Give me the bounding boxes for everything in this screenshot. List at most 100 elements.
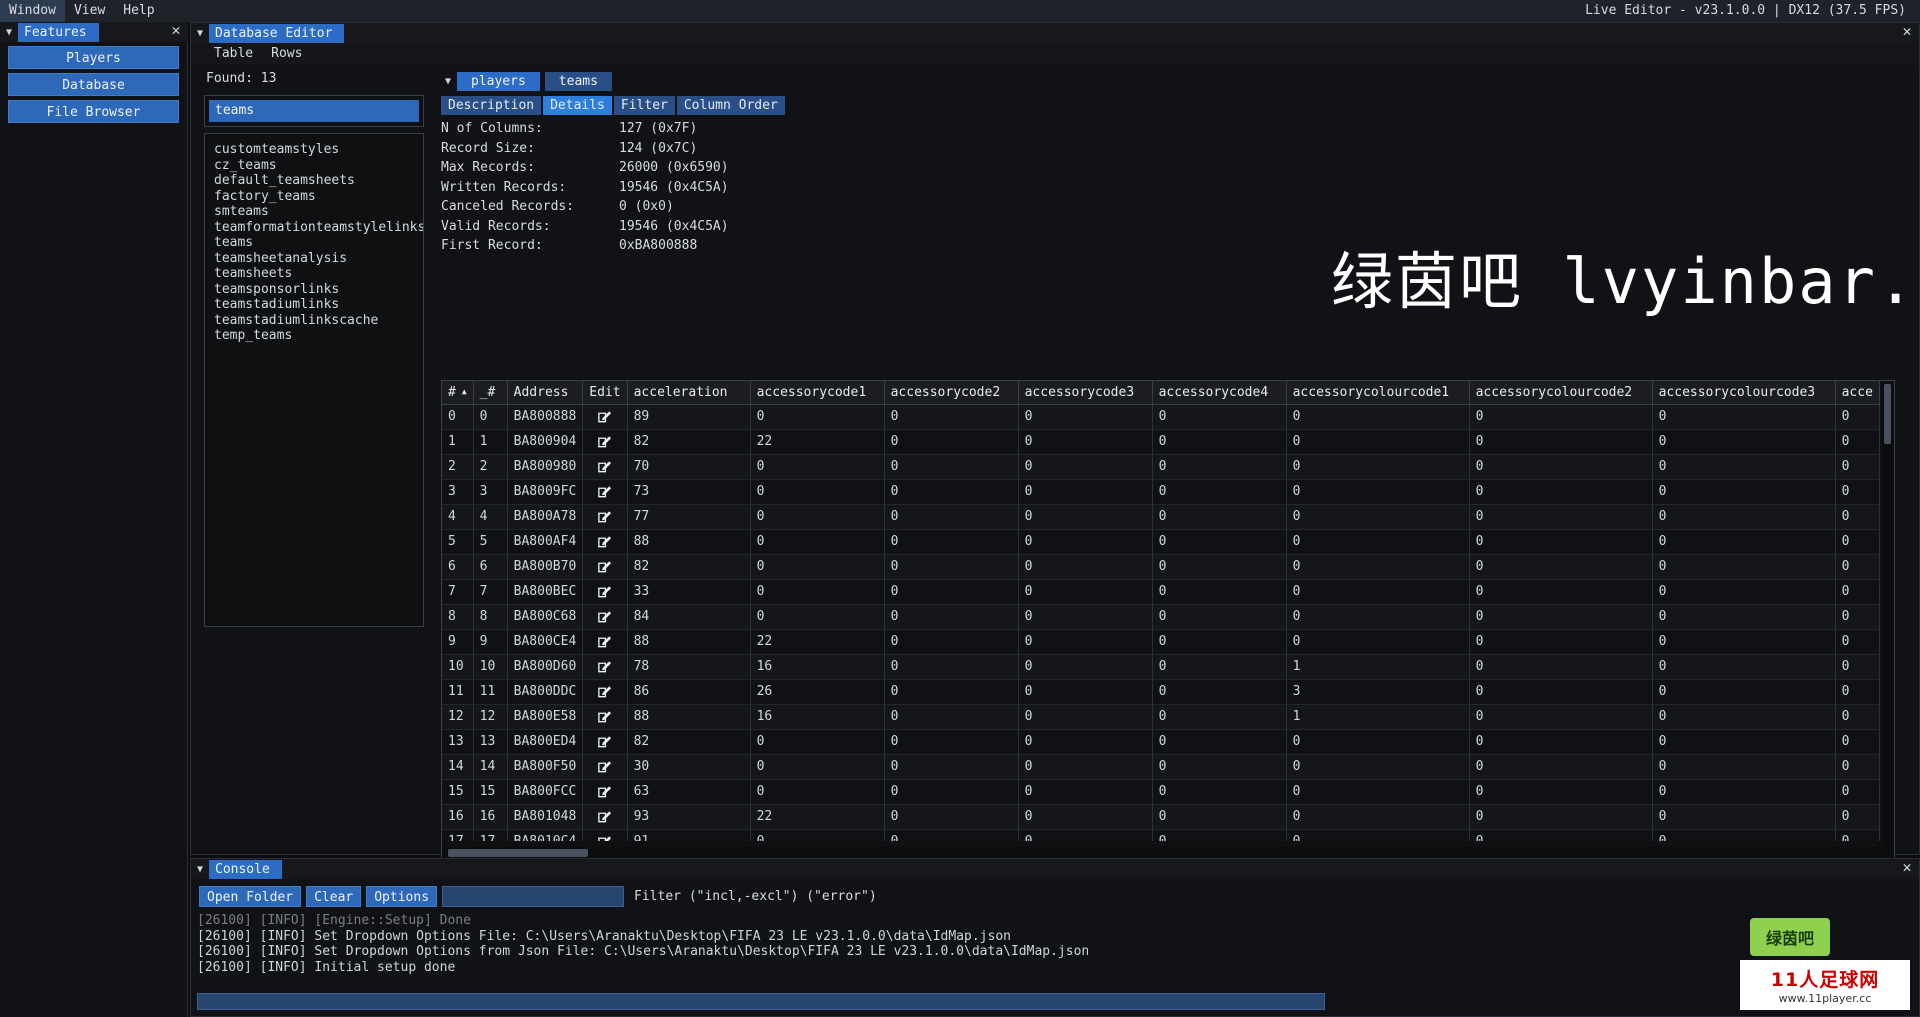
cell-idx2[interactable]: 13 <box>473 729 508 755</box>
cell-idx[interactable]: 13 <box>442 729 474 755</box>
cell-acc4[interactable]: 0 <box>1835 479 1880 505</box>
cell-acc1[interactable]: 0 <box>1286 529 1470 555</box>
cell-acc3[interactable]: 0 <box>1652 404 1836 430</box>
cell-acc4[interactable]: 0 <box>1835 579 1880 605</box>
cell-acc4[interactable]: 0 <box>1835 504 1880 530</box>
cell-acc3[interactable]: 0 <box>1652 479 1836 505</box>
cell-idx2[interactable]: 1 <box>473 429 508 455</box>
edit-pencil-icon[interactable] <box>582 554 628 580</box>
table-row[interactable]: 11 11 BA800DDC 86 26 0 0 0 3 0 0 0 <box>442 679 1880 705</box>
column-header-accessorycolourcode3[interactable]: accessorycolourcode3 <box>1652 381 1836 405</box>
cell-ac2[interactable]: 0 <box>884 804 1019 830</box>
cell-acc2[interactable]: 0 <box>1469 679 1653 705</box>
cell-ac1[interactable]: 0 <box>750 554 885 580</box>
cell-idx2[interactable]: 2 <box>473 454 508 480</box>
cell-acceleration[interactable]: 88 <box>627 704 751 730</box>
table-list[interactable]: customteamstyles cz_teams default_teamshee… <box>204 133 424 627</box>
cell-acc3[interactable]: 0 <box>1652 554 1836 580</box>
table-row[interactable]: 3 3 BA8009FC 73 0 0 0 0 0 0 0 0 <box>442 479 1880 505</box>
cell-ac2[interactable]: 0 <box>884 604 1019 630</box>
cell-acc1[interactable]: 0 <box>1286 404 1470 430</box>
cell-address[interactable]: BA8009FC <box>507 479 584 505</box>
column-header-acce[interactable]: acce <box>1835 381 1880 405</box>
cell-ac1[interactable]: 0 <box>750 754 885 780</box>
cell-idx[interactable]: 16 <box>442 804 474 830</box>
table-row[interactable]: 13 13 BA800ED4 82 0 0 0 0 0 0 0 0 <box>442 729 1880 755</box>
column-header-accessorycode1[interactable]: accessorycode1 <box>750 381 885 405</box>
cell-acc3[interactable]: 0 <box>1652 629 1836 655</box>
table-row[interactable]: 15 15 BA800FCC 63 0 0 0 0 0 0 0 0 <box>442 779 1880 805</box>
edit-pencil-icon[interactable] <box>582 429 628 455</box>
edit-pencil-icon[interactable] <box>582 779 628 805</box>
cell-acc2[interactable]: 0 <box>1469 529 1653 555</box>
edit-pencil-icon[interactable] <box>582 754 628 780</box>
collapse-caret-icon[interactable]: ▼ <box>191 23 209 43</box>
grid-horizontal-scroll-thumb[interactable] <box>448 849 588 857</box>
cell-address[interactable]: BA800B70 <box>507 554 584 580</box>
cell-acc2[interactable]: 0 <box>1469 704 1653 730</box>
cell-idx[interactable]: 7 <box>442 579 474 605</box>
column-header-Edit[interactable]: Edit <box>582 381 628 405</box>
cell-idx2[interactable]: 4 <box>473 504 508 530</box>
cell-ac3[interactable]: 0 <box>1018 429 1153 455</box>
cell-ac1[interactable]: 22 <box>750 629 885 655</box>
cell-acc3[interactable]: 0 <box>1652 529 1836 555</box>
cell-ac1[interactable]: 22 <box>750 429 885 455</box>
cell-acc3[interactable]: 0 <box>1652 704 1836 730</box>
cell-ac2[interactable]: 0 <box>884 654 1019 680</box>
cell-acceleration[interactable]: 63 <box>627 779 751 805</box>
cell-ac4[interactable]: 0 <box>1152 429 1287 455</box>
collapse-caret-icon[interactable]: ▼ <box>191 859 209 879</box>
cell-acceleration[interactable]: 78 <box>627 654 751 680</box>
table-list-item[interactable]: teamstadiumlinkscache <box>205 313 423 329</box>
cell-ac3[interactable]: 0 <box>1018 504 1153 530</box>
open-folder-button[interactable]: Open Folder <box>199 885 302 907</box>
cell-ac2[interactable]: 0 <box>884 454 1019 480</box>
cell-ac3[interactable]: 0 <box>1018 729 1153 755</box>
menu-item-table[interactable]: Table <box>205 43 262 65</box>
cell-acceleration[interactable]: 86 <box>627 679 751 705</box>
cell-acc4[interactable]: 0 <box>1835 529 1880 555</box>
column-header-accessorycolourcode2[interactable]: accessorycolourcode2 <box>1469 381 1653 405</box>
cell-acc4[interactable]: 0 <box>1835 604 1880 630</box>
cell-acceleration[interactable]: 88 <box>627 529 751 555</box>
cell-acceleration[interactable]: 73 <box>627 479 751 505</box>
cell-ac2[interactable]: 0 <box>884 529 1019 555</box>
cell-acc3[interactable]: 0 <box>1652 779 1836 805</box>
cell-ac1[interactable]: 0 <box>750 829 885 841</box>
cell-acc1[interactable]: 0 <box>1286 479 1470 505</box>
cell-address[interactable]: BA800F50 <box>507 754 584 780</box>
cell-acc1[interactable]: 0 <box>1286 754 1470 780</box>
cell-idx2[interactable]: 5 <box>473 529 508 555</box>
cell-address[interactable]: BA800AF4 <box>507 529 584 555</box>
edit-pencil-icon[interactable] <box>582 654 628 680</box>
cell-ac2[interactable]: 0 <box>884 679 1019 705</box>
cell-address[interactable]: BA800904 <box>507 429 584 455</box>
cell-address[interactable]: BA801048 <box>507 804 584 830</box>
table-row[interactable]: 14 14 BA800F50 30 0 0 0 0 0 0 0 0 <box>442 754 1880 780</box>
column-header-accessorycode4[interactable]: accessorycode4 <box>1152 381 1287 405</box>
cell-acc1[interactable]: 0 <box>1286 729 1470 755</box>
table-row[interactable]: 1717BA8010C49100000000 <box>442 829 1880 841</box>
cell-ac4[interactable]: 0 <box>1152 654 1287 680</box>
cell-acc3[interactable]: 0 <box>1652 504 1836 530</box>
table-list-item[interactable]: default_teamsheets <box>205 173 423 189</box>
cell-acc2[interactable]: 0 <box>1469 504 1653 530</box>
cell-ac1[interactable]: 0 <box>750 779 885 805</box>
cell-ac2[interactable]: 0 <box>884 629 1019 655</box>
cell-address[interactable]: BA800D60 <box>507 654 584 680</box>
cell-acc4[interactable]: 0 <box>1835 829 1880 841</box>
cell-idx2[interactable]: 3 <box>473 479 508 505</box>
collapse-caret-icon[interactable]: ▼ <box>0 22 18 42</box>
record-tab-players[interactable]: players <box>457 71 540 91</box>
cell-acc2[interactable]: 0 <box>1469 454 1653 480</box>
cell-acc3[interactable]: 0 <box>1652 729 1836 755</box>
cell-acc3[interactable]: 0 <box>1652 654 1836 680</box>
table-row[interactable]: 8 8 BA800C68 84 0 0 0 0 0 0 0 0 <box>442 604 1880 630</box>
cell-idx[interactable]: 10 <box>442 654 474 680</box>
close-icon[interactable]: ✕ <box>168 23 184 39</box>
table-list-item[interactable]: smteams <box>205 204 423 220</box>
cell-address[interactable]: BA800FCC <box>507 779 584 805</box>
cell-acc3[interactable]: 0 <box>1652 829 1836 841</box>
menu-item-rows[interactable]: Rows <box>262 43 311 65</box>
